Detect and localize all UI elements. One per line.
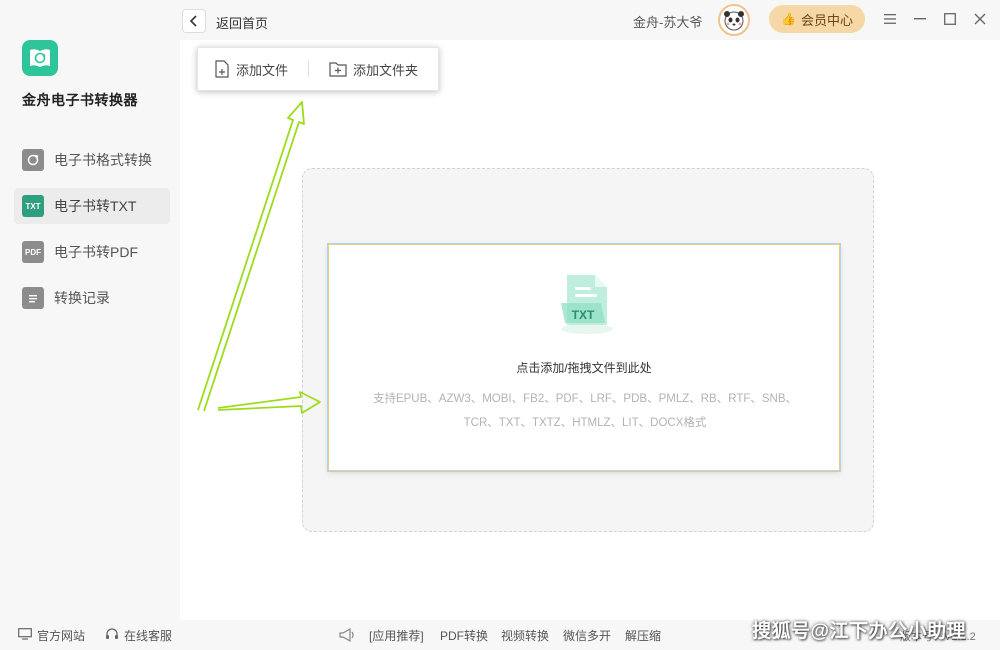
avatar[interactable]: [718, 4, 750, 36]
app-name: 金舟电子书转换器: [22, 92, 138, 108]
sidebar-item-records[interactable]: 转换记录: [14, 280, 170, 316]
supported-formats: 支持EPUB、AZW3、MOBI、FB2、PDF、LRF、PDB、PMLZ、RB…: [359, 387, 811, 435]
add-file-label: 添加文件: [236, 62, 289, 78]
txt-icon: TXT: [22, 195, 44, 217]
txt-file-illustration-icon: TXT: [561, 275, 613, 334]
thumbs-up-icon: 👍: [781, 12, 796, 26]
footer-link-pdf-convert[interactable]: PDF转换: [440, 627, 488, 644]
sidebar-item-label: 电子书转PDF: [54, 244, 138, 260]
formats-line-2: TCR、TXT、TXTZ、HTMLZ、LIT、DOCX格式: [463, 417, 707, 429]
app-logo-icon: [22, 40, 58, 76]
sidebar-nav: 电子书格式转换 TXT 电子书转TXT PDF 电子书转PDF 转换记录: [14, 142, 170, 326]
official-site-link[interactable]: 官方网站: [18, 627, 85, 644]
formats-line-1: 支持EPUB、AZW3、MOBI、FB2、PDF、LRF、PDB、PMLZ、RB…: [372, 393, 798, 405]
watermark-text: 搜狐号@江下办公小助理: [752, 621, 967, 642]
app-window: 金舟电子书转换器 电子书格式转换 TXT 电子书转TXT PDF 电子书转PDF: [0, 0, 1000, 650]
chevron-left-icon: [189, 15, 197, 27]
vip-center-button[interactable]: 👍 会员中心: [769, 5, 865, 33]
add-file-button[interactable]: 添加文件: [214, 48, 288, 90]
sidebar-item-to-txt[interactable]: TXT 电子书转TXT: [14, 188, 170, 224]
sidebar-item-label: 转换记录: [54, 290, 110, 306]
svg-text:TXT: TXT: [572, 308, 595, 322]
sidebar-item-format-convert[interactable]: 电子书格式转换: [14, 142, 170, 178]
footer-link-unzip[interactable]: 解压缩: [625, 627, 661, 644]
online-service-label: 在线客服: [124, 629, 173, 643]
username: 金舟-苏大爷: [633, 15, 703, 30]
add-file-icon: [215, 60, 229, 78]
pdf-icon: PDF: [22, 241, 44, 263]
drop-zone-title: 点击添加/拖拽文件到此处: [516, 361, 652, 375]
vip-center-label: 会员中心: [800, 12, 853, 28]
menu-icon[interactable]: [880, 9, 900, 29]
megaphone-icon: [338, 627, 356, 643]
add-menu-popup: 添加文件 添加文件夹: [197, 47, 439, 91]
refresh-book-icon: [22, 149, 44, 171]
maximize-icon[interactable]: [940, 9, 960, 29]
record-icon: [22, 287, 44, 309]
minimize-icon[interactable]: [910, 9, 930, 29]
popup-divider: [308, 61, 310, 77]
official-site-label: 官方网站: [37, 629, 86, 643]
add-folder-label: 添加文件夹: [353, 62, 419, 78]
add-folder-button[interactable]: 添加文件夹: [329, 48, 418, 90]
sidebar-item-label: 电子书转TXT: [54, 198, 137, 214]
footer-link-wechat-multi[interactable]: 微信多开: [563, 627, 611, 644]
sidebar-item-to-pdf[interactable]: PDF 电子书转PDF: [14, 234, 170, 270]
online-service-link[interactable]: 在线客服: [105, 627, 172, 644]
sidebar: 金舟电子书转换器 电子书格式转换 TXT 电子书转TXT PDF 电子书转PDF: [0, 0, 180, 620]
footer-link-video-convert[interactable]: 视频转换: [501, 627, 549, 644]
sidebar-item-label: 电子书格式转换: [54, 152, 152, 168]
back-label[interactable]: 返回首页: [216, 13, 268, 32]
add-folder-icon: [329, 62, 347, 77]
top-bar: 返回首页 金舟-苏大爷 👍 会员中心: [180, 0, 1000, 40]
app-recommend-label: [应用推荐]: [369, 629, 424, 643]
headset-icon: [105, 627, 119, 644]
panda-avatar-icon: [724, 11, 744, 31]
back-button[interactable]: [182, 9, 206, 33]
main-panel: 添加文件 添加文件夹 TXT 点击添加/拖拽文件到此处 支持EPUB、AZW3、…: [180, 40, 1000, 620]
file-drop-zone[interactable]: TXT 点击添加/拖拽文件到此处 支持EPUB、AZW3、MOBI、FB2、PD…: [328, 244, 840, 471]
monitor-icon: [18, 628, 32, 643]
close-icon[interactable]: [970, 9, 990, 29]
